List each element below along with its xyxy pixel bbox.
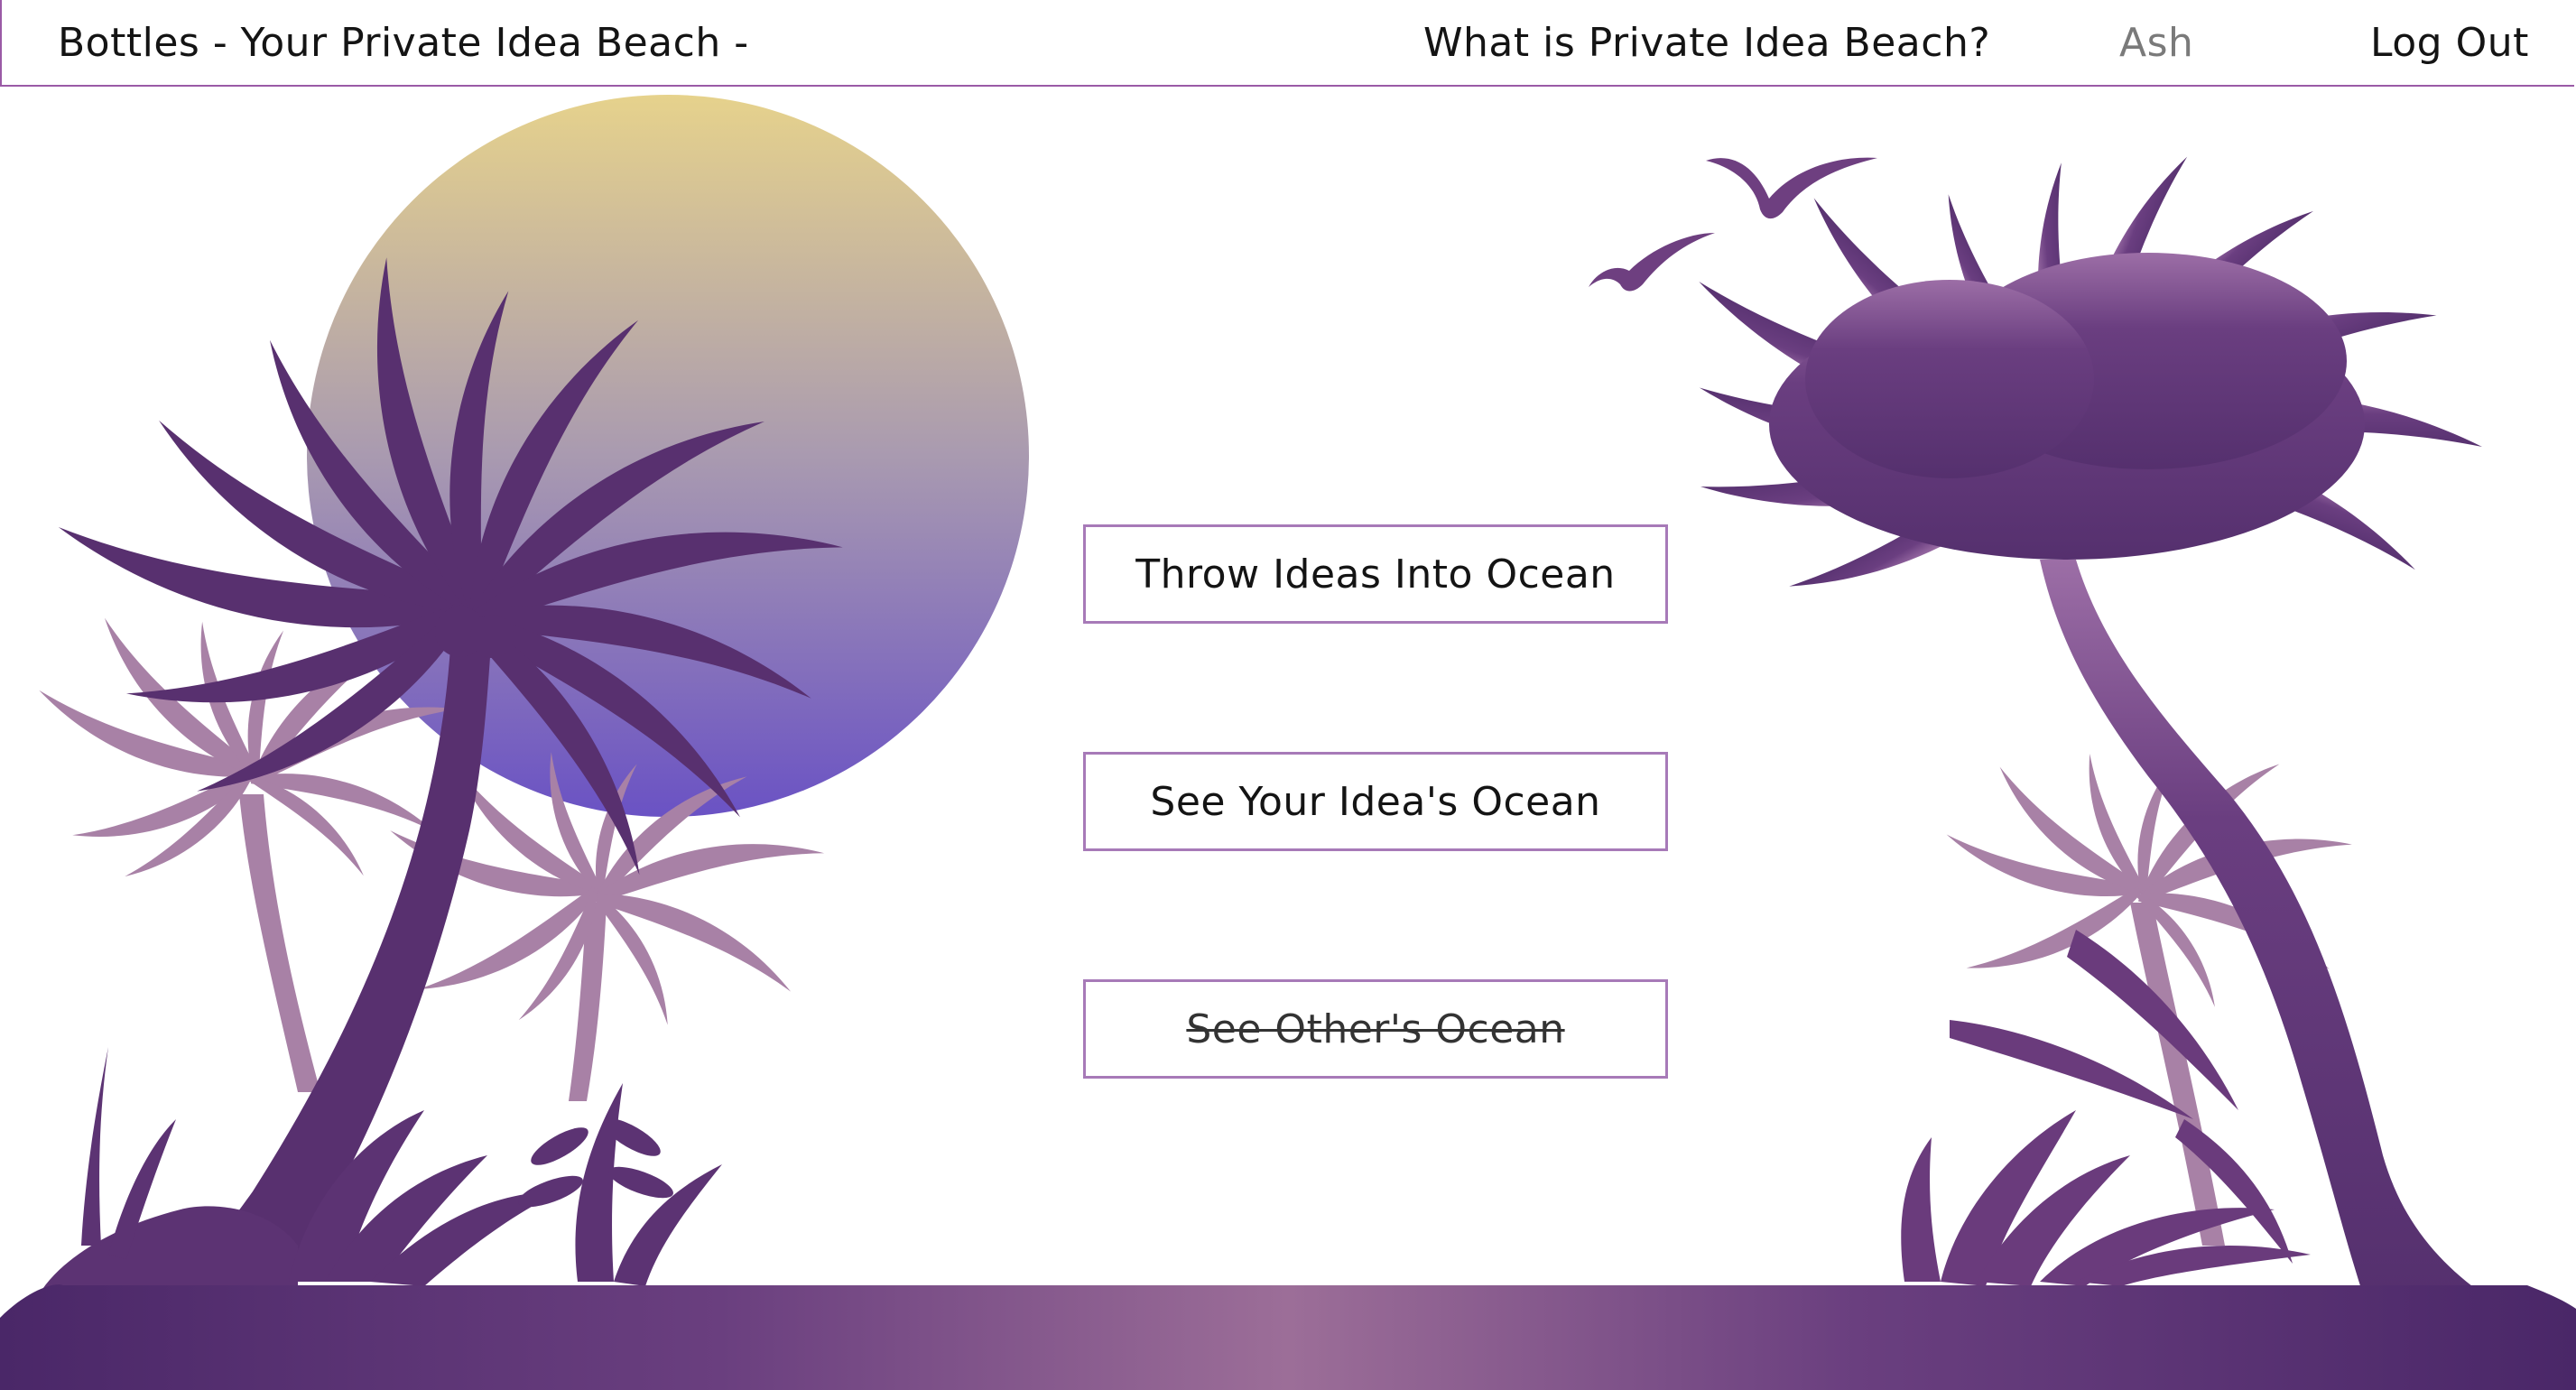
- beach-ground: [0, 1284, 2576, 1390]
- see-others-ocean-button[interactable]: See Other's Ocean: [1083, 979, 1668, 1079]
- throw-ideas-button[interactable]: Throw Ideas Into Ocean: [1083, 524, 1668, 624]
- shrubs-right-icon: [1901, 930, 2311, 1286]
- username-link[interactable]: Ash: [2119, 16, 2193, 70]
- see-your-ocean-button[interactable]: See Your Idea's Ocean: [1083, 752, 1668, 851]
- palm-tree-right-icon: [1681, 144, 2491, 1300]
- beach-illustration: [0, 95, 2576, 1390]
- about-link[interactable]: What is Private Idea Beach?: [1423, 16, 1990, 70]
- logout-link[interactable]: Log Out: [2370, 16, 2529, 70]
- top-navbar: Bottles - Your Private Idea Beach - What…: [0, 0, 2574, 87]
- app-title[interactable]: Bottles - Your Private Idea Beach -: [58, 16, 749, 70]
